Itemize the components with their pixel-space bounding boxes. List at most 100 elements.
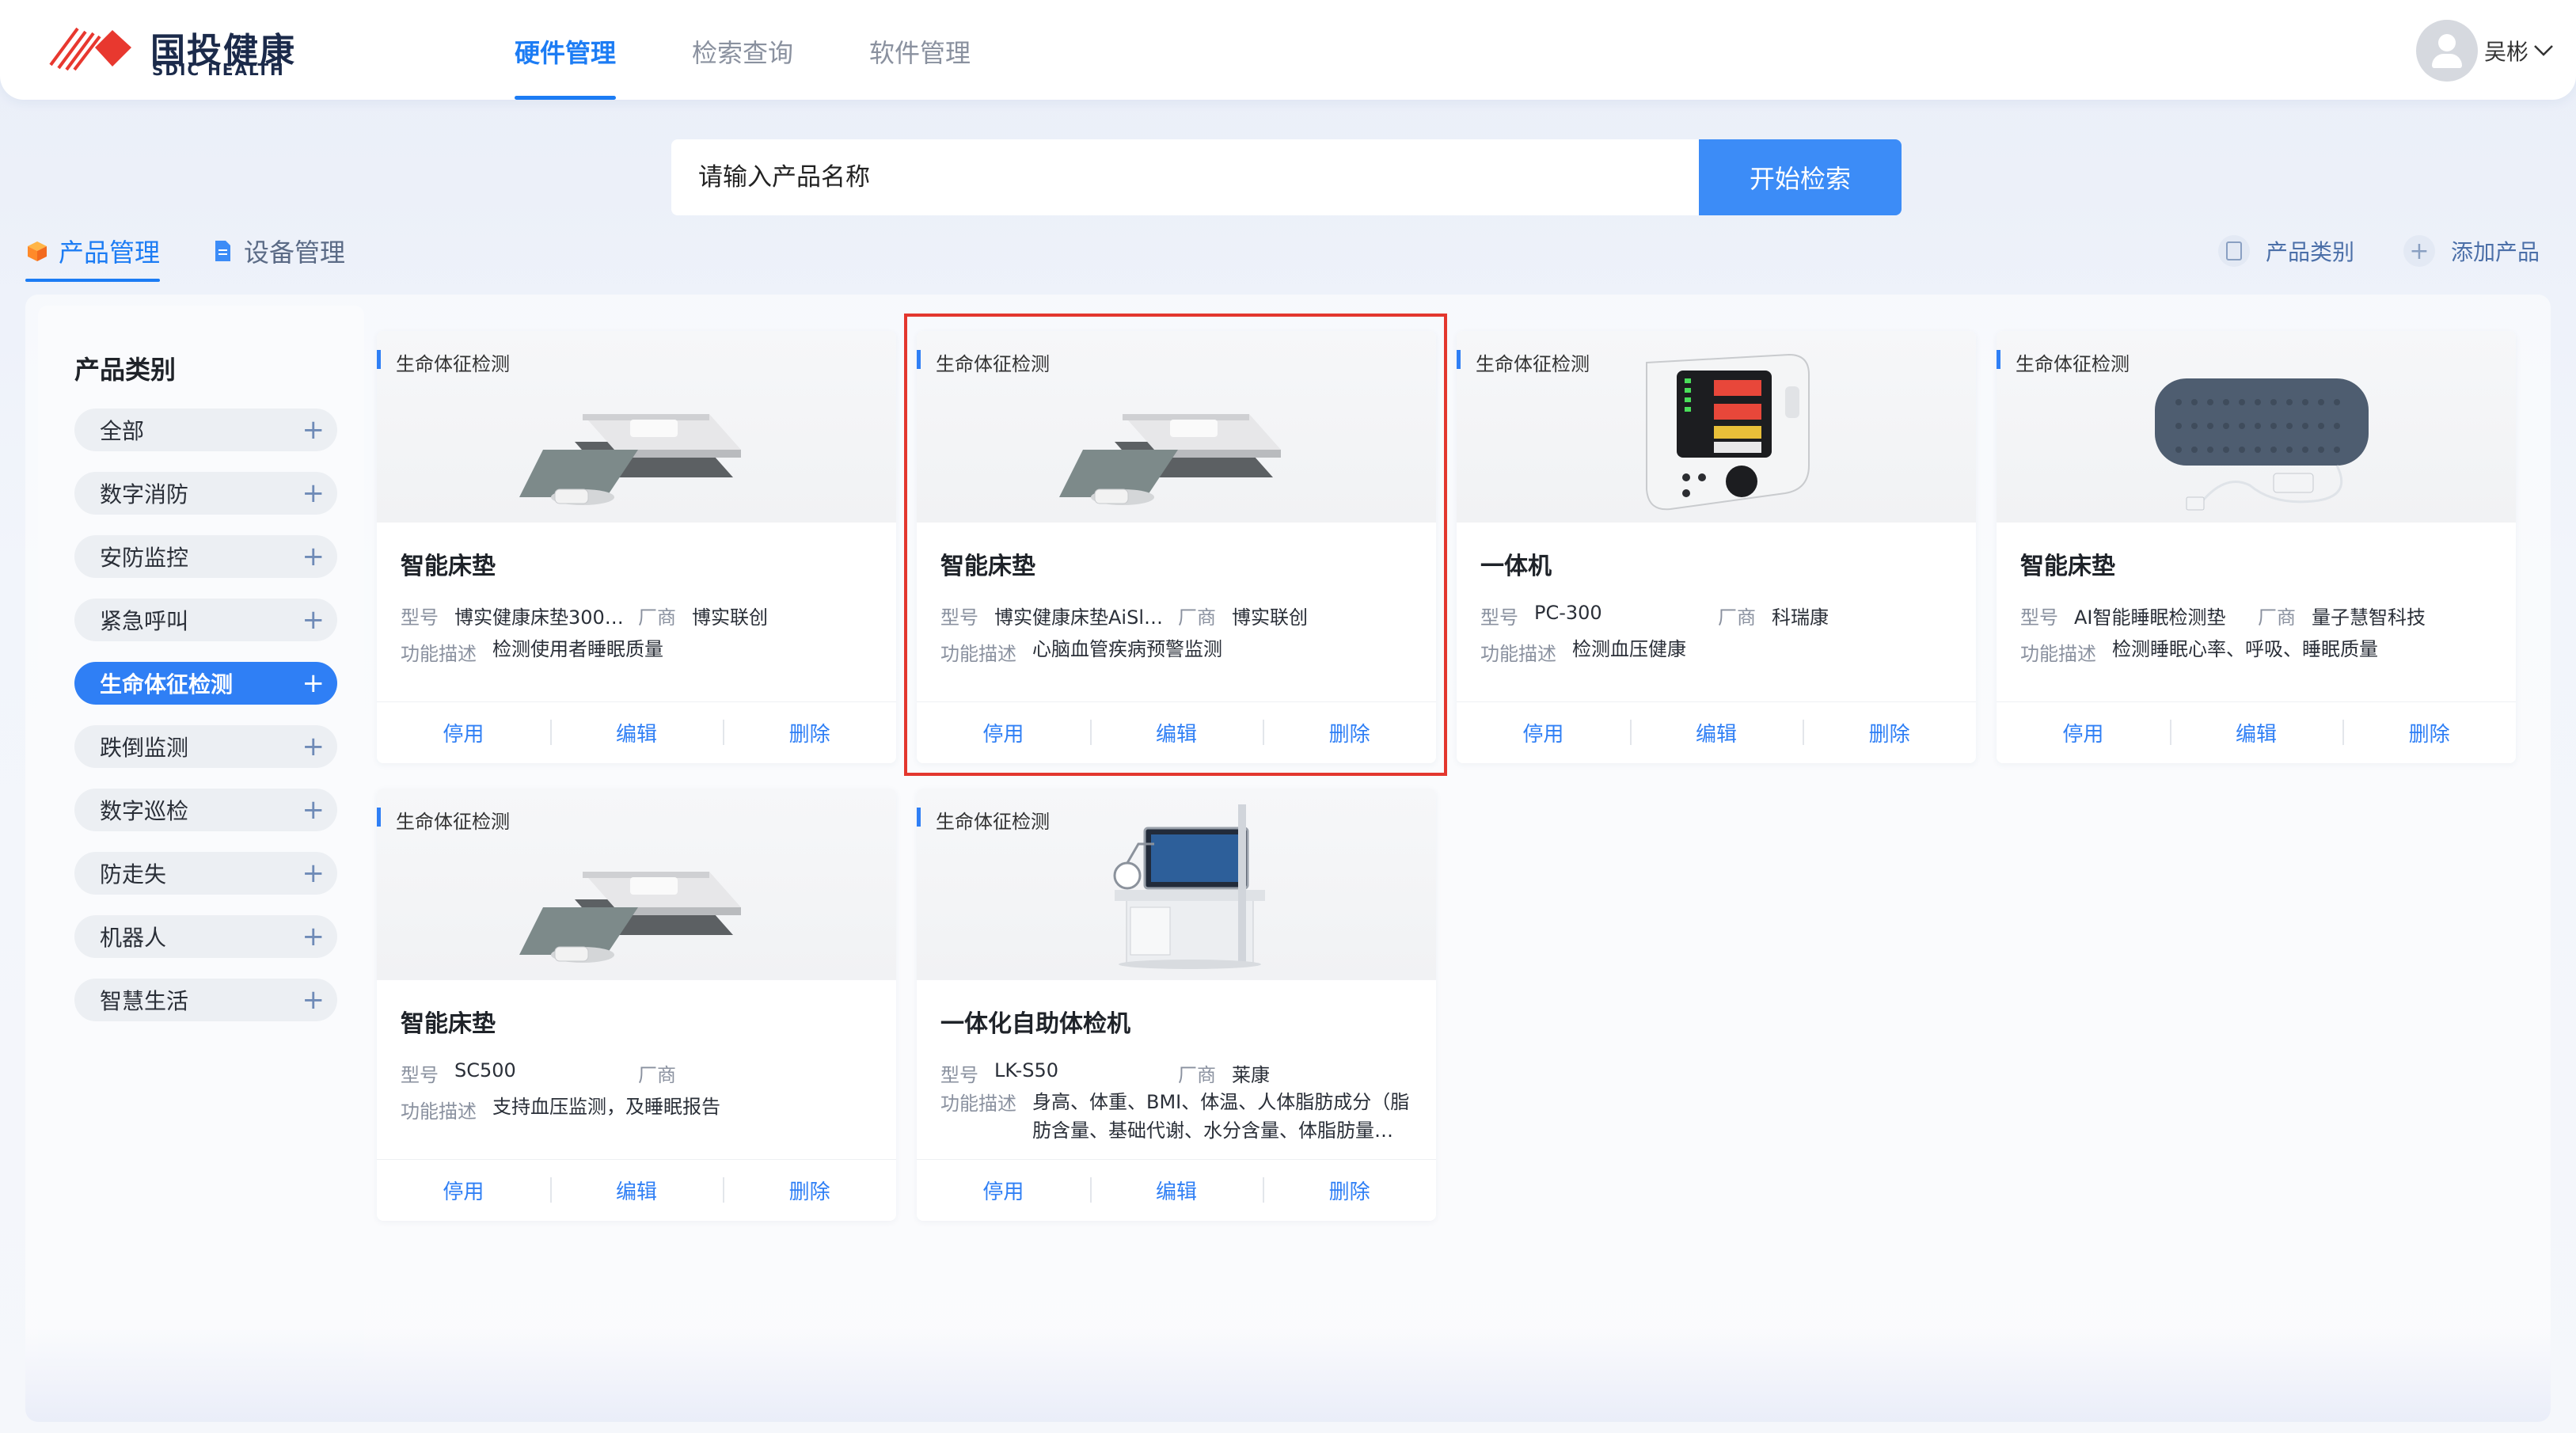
desc-row: 功能描述 检测血压健康 (1480, 638, 1952, 666)
nav-search-query[interactable]: 检索查询 (692, 0, 793, 100)
card-image-area: 生命体征检测 (917, 331, 1436, 523)
plus-icon[interactable]: + (302, 857, 325, 889)
plus-icon[interactable]: + (302, 414, 325, 446)
plus-icon[interactable]: + (302, 794, 325, 826)
tab-product-management[interactable]: 产品管理 (25, 233, 161, 282)
category-item-digital-inspection[interactable]: 数字巡检 + (74, 789, 337, 831)
edit-button[interactable]: 编辑 (1629, 718, 1803, 747)
delete-button[interactable]: 删除 (1803, 718, 1976, 747)
health-kiosk-image (1113, 804, 1265, 969)
plus-icon[interactable]: + (302, 667, 325, 699)
desc-value: 检测使用者睡眠质量 (492, 638, 663, 660)
disable-button[interactable]: 停用 (917, 718, 1090, 747)
nav-software-management[interactable]: 软件管理 (869, 0, 971, 100)
edit-button[interactable]: 编辑 (1089, 1176, 1263, 1205)
edit-button[interactable]: 编辑 (1089, 718, 1263, 747)
category-label: 全部 (100, 418, 145, 444)
category-item-emergency-call[interactable]: 紧急呼叫 + (74, 599, 337, 641)
blood-pressure-monitor-image (1646, 353, 1810, 511)
chevron-down-icon[interactable] (2533, 39, 2554, 63)
card-actions: 停用 编辑 删除 (1457, 701, 1976, 763)
plus-icon[interactable]: + (302, 604, 325, 636)
delete-button[interactable]: 删除 (2342, 718, 2516, 747)
product-card[interactable]: 生命体征检测 智能床垫 型号 SC500 厂商 功能描述 支持血压监测，及睡眠报… (377, 789, 896, 1221)
category-item-all[interactable]: 全部 + (74, 409, 337, 451)
brand-name-en: SDIC HEALTH (152, 60, 285, 79)
category-item-anti-wandering[interactable]: 防走失 + (74, 852, 337, 895)
category-item-fall-detection[interactable]: 跌倒监测 + (74, 725, 337, 768)
delete-button[interactable]: 删除 (723, 718, 896, 747)
category-item-robot[interactable]: 机器人 + (74, 915, 337, 958)
desc-label: 功能描述 (2020, 643, 2096, 665)
delete-button[interactable]: 删除 (1263, 718, 1436, 747)
vendor-label: 厂商 (1718, 606, 1756, 629)
disable-button[interactable]: 停用 (1997, 718, 2170, 747)
desc-label: 功能描述 (940, 643, 1016, 665)
edit-button[interactable]: 编辑 (549, 1176, 724, 1205)
plus-icon[interactable]: + (302, 984, 325, 1016)
search-input[interactable] (671, 139, 1699, 215)
plus-icon: + (2403, 235, 2435, 267)
category-label: 数字消防 (100, 481, 189, 507)
category-item-vital-signs[interactable]: 生命体征检测 + (74, 662, 337, 705)
model-label: 型号 (940, 1064, 978, 1086)
disable-button[interactable]: 停用 (917, 1176, 1090, 1205)
vendor-label: 厂商 (638, 606, 676, 629)
card-image-area: 生命体征检测 (377, 789, 896, 980)
product-card[interactable]: 生命体征检测 智能床垫 型号 博实健康床垫AiSle… 厂商 博实联创 功能描述… (917, 331, 1436, 763)
vendor-label: 厂商 (638, 1064, 676, 1086)
category-item-smart-living[interactable]: 智慧生活 + (74, 979, 337, 1021)
category-item-security-monitoring[interactable]: 安防监控 + (74, 535, 337, 578)
product-card[interactable]: 生命体征检测 智能床垫 型号 AI智能睡眠检测垫 厂商 量子慧智科技 功能描述 … (1997, 331, 2516, 763)
category-sidebar: 产品类别 全部 + 数字消防 + 安防监控 + 紧急呼叫 + 生命体征检测 + 跌倒监测 +… (38, 306, 364, 1366)
user-name: 吴彬 (2483, 39, 2529, 65)
avatar[interactable] (2415, 20, 2478, 82)
vendor-label: 厂商 (1178, 1064, 1216, 1086)
delete-button[interactable]: 删除 (1263, 1176, 1436, 1205)
desc-row: 功能描述 心脑血管疾病预警监测 (940, 638, 1412, 666)
cube-icon (28, 241, 47, 261)
plus-icon[interactable]: + (302, 731, 325, 762)
category-label: 防走失 (100, 861, 167, 888)
product-title: 智能床垫 (401, 553, 496, 580)
card-image-area: 生命体征检测 (917, 789, 1436, 980)
plus-icon[interactable]: + (302, 921, 325, 952)
edit-button[interactable]: 编辑 (549, 718, 724, 747)
product-card[interactable]: 生命体征检测 一体机 型号 PC-300 厂商 科瑞康 功能描述 检测血压健康 … (1457, 331, 1976, 763)
category-icon (2217, 235, 2250, 267)
vendor-value: 莱康 (1232, 1064, 1270, 1086)
product-card[interactable]: 生命体征检测 智能床垫 型号 博实健康床垫300… 厂商 博实联创 功能描述 检… (377, 331, 896, 763)
model-value: LK-S50 (994, 1059, 1059, 1081)
desc-label: 功能描述 (1480, 643, 1556, 665)
sleep-pad-image (2155, 378, 2369, 511)
nav-hardware-management[interactable]: 硬件管理 (515, 0, 617, 100)
brand-logo[interactable]: 国投健康 SDIC HEALTH (47, 21, 301, 79)
sidebar-title: 产品类别 (74, 355, 177, 385)
plus-icon[interactable]: + (302, 541, 325, 572)
add-product-button[interactable]: + 添加产品 (2403, 235, 2540, 267)
product-card[interactable]: 生命体征检测 一体化自助体检机 型号 LK-S50 厂商 莱康 功能描述 身高、… (917, 789, 1436, 1221)
plus-icon[interactable]: + (302, 477, 325, 509)
category-tag: 生命体征检测 (1997, 348, 2130, 375)
search-button[interactable]: 开始检索 (1699, 139, 1902, 215)
category-item-digital-fire[interactable]: 数字消防 + (74, 472, 337, 515)
category-tag: 生命体征检测 (917, 806, 1050, 833)
disable-button[interactable]: 停用 (1457, 718, 1630, 747)
vendor-label: 厂商 (1178, 606, 1216, 629)
model-row: 型号 PC-300 厂商 科瑞康 (1480, 602, 1829, 629)
disable-button[interactable]: 停用 (377, 718, 550, 747)
card-actions: 停用 编辑 删除 (377, 1159, 896, 1221)
card-actions: 停用 编辑 删除 (917, 1159, 1436, 1221)
delete-button[interactable]: 删除 (723, 1176, 896, 1205)
product-title: 一体机 (1480, 553, 1552, 580)
product-category-button[interactable]: 产品类别 (2217, 235, 2354, 267)
tab-device-management[interactable]: 设备管理 (211, 233, 345, 269)
model-label: 型号 (401, 1064, 439, 1086)
user-menu[interactable]: 吴彬 (2415, 19, 2554, 82)
edit-button[interactable]: 编辑 (2169, 718, 2343, 747)
document-icon (215, 241, 231, 261)
tab-device-management-label: 设备管理 (244, 238, 346, 268)
disable-button[interactable]: 停用 (377, 1176, 550, 1205)
product-title: 智能床垫 (2020, 553, 2115, 580)
category-tag: 生命体征检测 (377, 806, 510, 833)
